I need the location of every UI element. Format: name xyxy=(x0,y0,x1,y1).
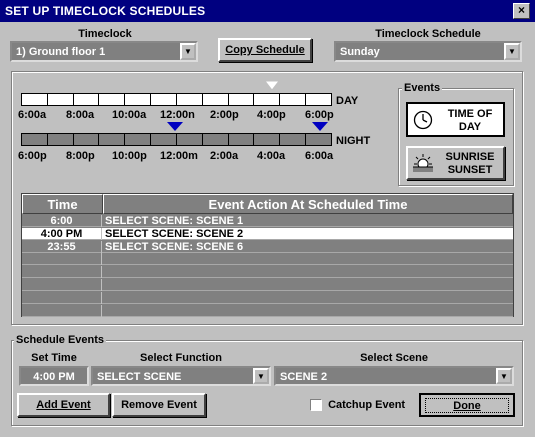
window-title: SET UP TIMECLOCK SCHEDULES xyxy=(0,0,535,22)
select-function-value: SELECT SCENE xyxy=(97,371,182,383)
schedule-select[interactable]: Sunday ▼ xyxy=(334,41,522,62)
action-cell: SELECT SCENE: SCENE 6 xyxy=(105,240,244,253)
schedule-events-label: Schedule Events xyxy=(14,334,107,346)
sunset-line: SUNSET xyxy=(447,164,493,176)
table-row[interactable] xyxy=(22,291,513,304)
time-cell: 4:00 PM xyxy=(22,227,102,240)
copy-schedule-label: Copy Schedule xyxy=(225,44,305,56)
time-of-day-line1: TIME OF xyxy=(447,108,493,120)
action-column-header: Event Action At Scheduled Time xyxy=(103,194,513,214)
day-tick-label: 2:00p xyxy=(210,109,239,121)
event-marker-icon xyxy=(312,122,328,131)
table-row[interactable]: 23:55 SELECT SCENE: SCENE 6 xyxy=(22,240,513,253)
table-row[interactable] xyxy=(22,279,513,291)
add-event-label: Add Event xyxy=(36,399,91,411)
night-tick-label: 12:00m xyxy=(160,150,198,162)
time-cell xyxy=(22,304,102,317)
table-row[interactable] xyxy=(22,266,513,279)
night-tick-label: 2:00a xyxy=(210,150,239,162)
action-cell: SELECT SCENE: SCENE 2 xyxy=(105,227,244,240)
timeclock-value: 1) Ground floor 1 xyxy=(16,46,106,58)
set-time-field[interactable]: 4:00 PM xyxy=(19,366,89,386)
day-tick-label: 4:00p xyxy=(257,109,286,121)
day-tick-label: 6:00p xyxy=(305,109,334,121)
day-tick-label: 8:00a xyxy=(66,109,95,121)
time-of-day-button[interactable]: TIME OF DAY xyxy=(406,102,505,137)
night-tick-label: 6:00a xyxy=(305,150,334,162)
sunrise-icon xyxy=(413,154,433,172)
table-row[interactable] xyxy=(22,253,513,266)
timeclock-select[interactable]: 1) Ground floor 1 ▼ xyxy=(10,41,198,62)
night-tick-label: 8:00p xyxy=(66,150,95,162)
remove-event-button[interactable]: Remove Event xyxy=(112,393,206,417)
day-tick-label: 10:00a xyxy=(112,109,147,121)
schedule-value: Sunday xyxy=(340,46,380,58)
night-tick-label: 6:00p xyxy=(18,150,47,162)
time-column-header: Time xyxy=(22,194,103,214)
events-label: Events xyxy=(402,82,443,94)
time-cell xyxy=(22,279,102,291)
event-marker-icon xyxy=(167,122,183,131)
copy-schedule-button[interactable]: Copy Schedule xyxy=(218,38,312,62)
time-cell xyxy=(22,266,102,279)
event-table: Time Event Action At Scheduled Time 6:00… xyxy=(21,193,514,317)
time-cell: 23:55 xyxy=(22,240,102,253)
select-scene-dropdown[interactable]: SCENE 2 ▼ xyxy=(274,366,514,386)
remove-event-label: Remove Event xyxy=(121,399,197,411)
chevron-down-icon[interactable]: ▼ xyxy=(253,368,269,384)
night-tick-label: 4:00a xyxy=(257,150,286,162)
day-tick-label: 6:00a xyxy=(18,109,47,121)
set-time-value: 4:00 PM xyxy=(33,371,75,383)
action-cell: SELECT SCENE: SCENE 1 xyxy=(105,215,244,227)
day-label: DAY xyxy=(336,95,359,107)
night-label: NIGHT xyxy=(336,135,371,147)
select-function-dropdown[interactable]: SELECT SCENE ▼ xyxy=(91,366,271,386)
close-button[interactable]: × xyxy=(513,3,530,19)
select-scene-label: Select Scene xyxy=(360,352,428,364)
timeclock-label: Timeclock xyxy=(78,28,132,40)
table-row[interactable] xyxy=(22,304,513,317)
catchup-event-control[interactable]: Catchup Event xyxy=(310,399,406,412)
done-label: Done xyxy=(453,400,481,412)
day-timeline[interactable] xyxy=(21,93,332,106)
current-time-marker-icon xyxy=(265,81,279,91)
done-button[interactable]: Done xyxy=(419,393,515,417)
time-cell xyxy=(22,253,102,266)
chevron-down-icon[interactable]: ▼ xyxy=(496,368,512,384)
sunrise-sunset-button[interactable]: SUNRISE SUNSET xyxy=(406,146,505,180)
add-event-button[interactable]: Add Event xyxy=(17,393,110,417)
clock-icon xyxy=(413,110,433,130)
schedule-label: Timeclock Schedule xyxy=(375,28,481,40)
set-time-label: Set Time xyxy=(31,352,77,364)
catchup-checkbox[interactable] xyxy=(310,399,322,412)
time-cell xyxy=(22,291,102,304)
day-tick-label: 12:00n xyxy=(160,109,195,121)
time-cell: 6:00 xyxy=(22,215,102,227)
sunrise-line: SUNRISE xyxy=(445,151,495,163)
select-scene-value: SCENE 2 xyxy=(280,371,328,383)
table-row[interactable]: 6:00 SELECT SCENE: SCENE 1 xyxy=(22,215,513,227)
night-tick-label: 10:00p xyxy=(112,150,147,162)
catchup-label: Catchup Event xyxy=(328,399,406,412)
time-of-day-line2: DAY xyxy=(458,121,482,133)
select-function-label: Select Function xyxy=(140,352,222,364)
night-timeline[interactable] xyxy=(21,133,332,146)
table-row[interactable]: 4:00 PM SELECT SCENE: SCENE 2 xyxy=(22,227,513,240)
chevron-down-icon[interactable]: ▼ xyxy=(504,43,520,60)
chevron-down-icon[interactable]: ▼ xyxy=(180,43,196,60)
